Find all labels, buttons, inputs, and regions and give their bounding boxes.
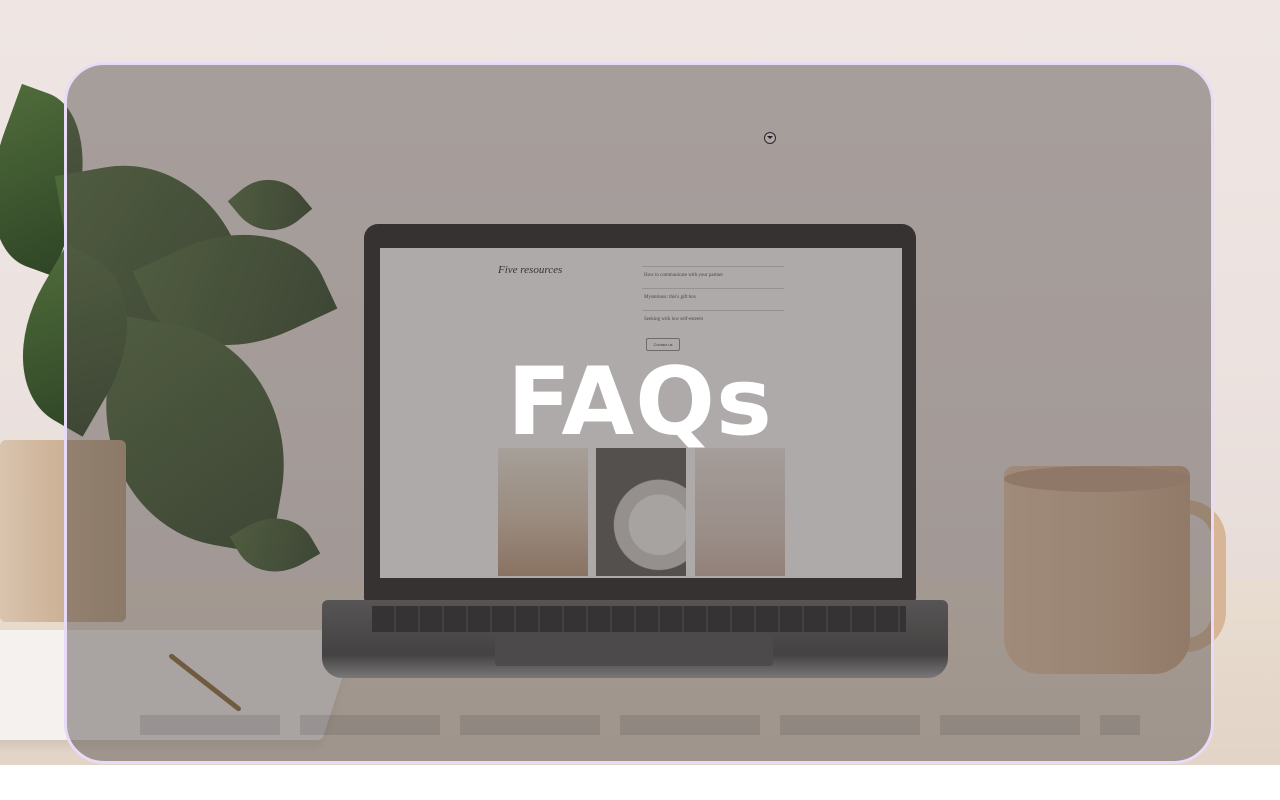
shadow-strip	[140, 715, 1140, 735]
page-title: FAQs	[506, 348, 774, 457]
chevron-down-circle-icon[interactable]	[764, 132, 776, 144]
